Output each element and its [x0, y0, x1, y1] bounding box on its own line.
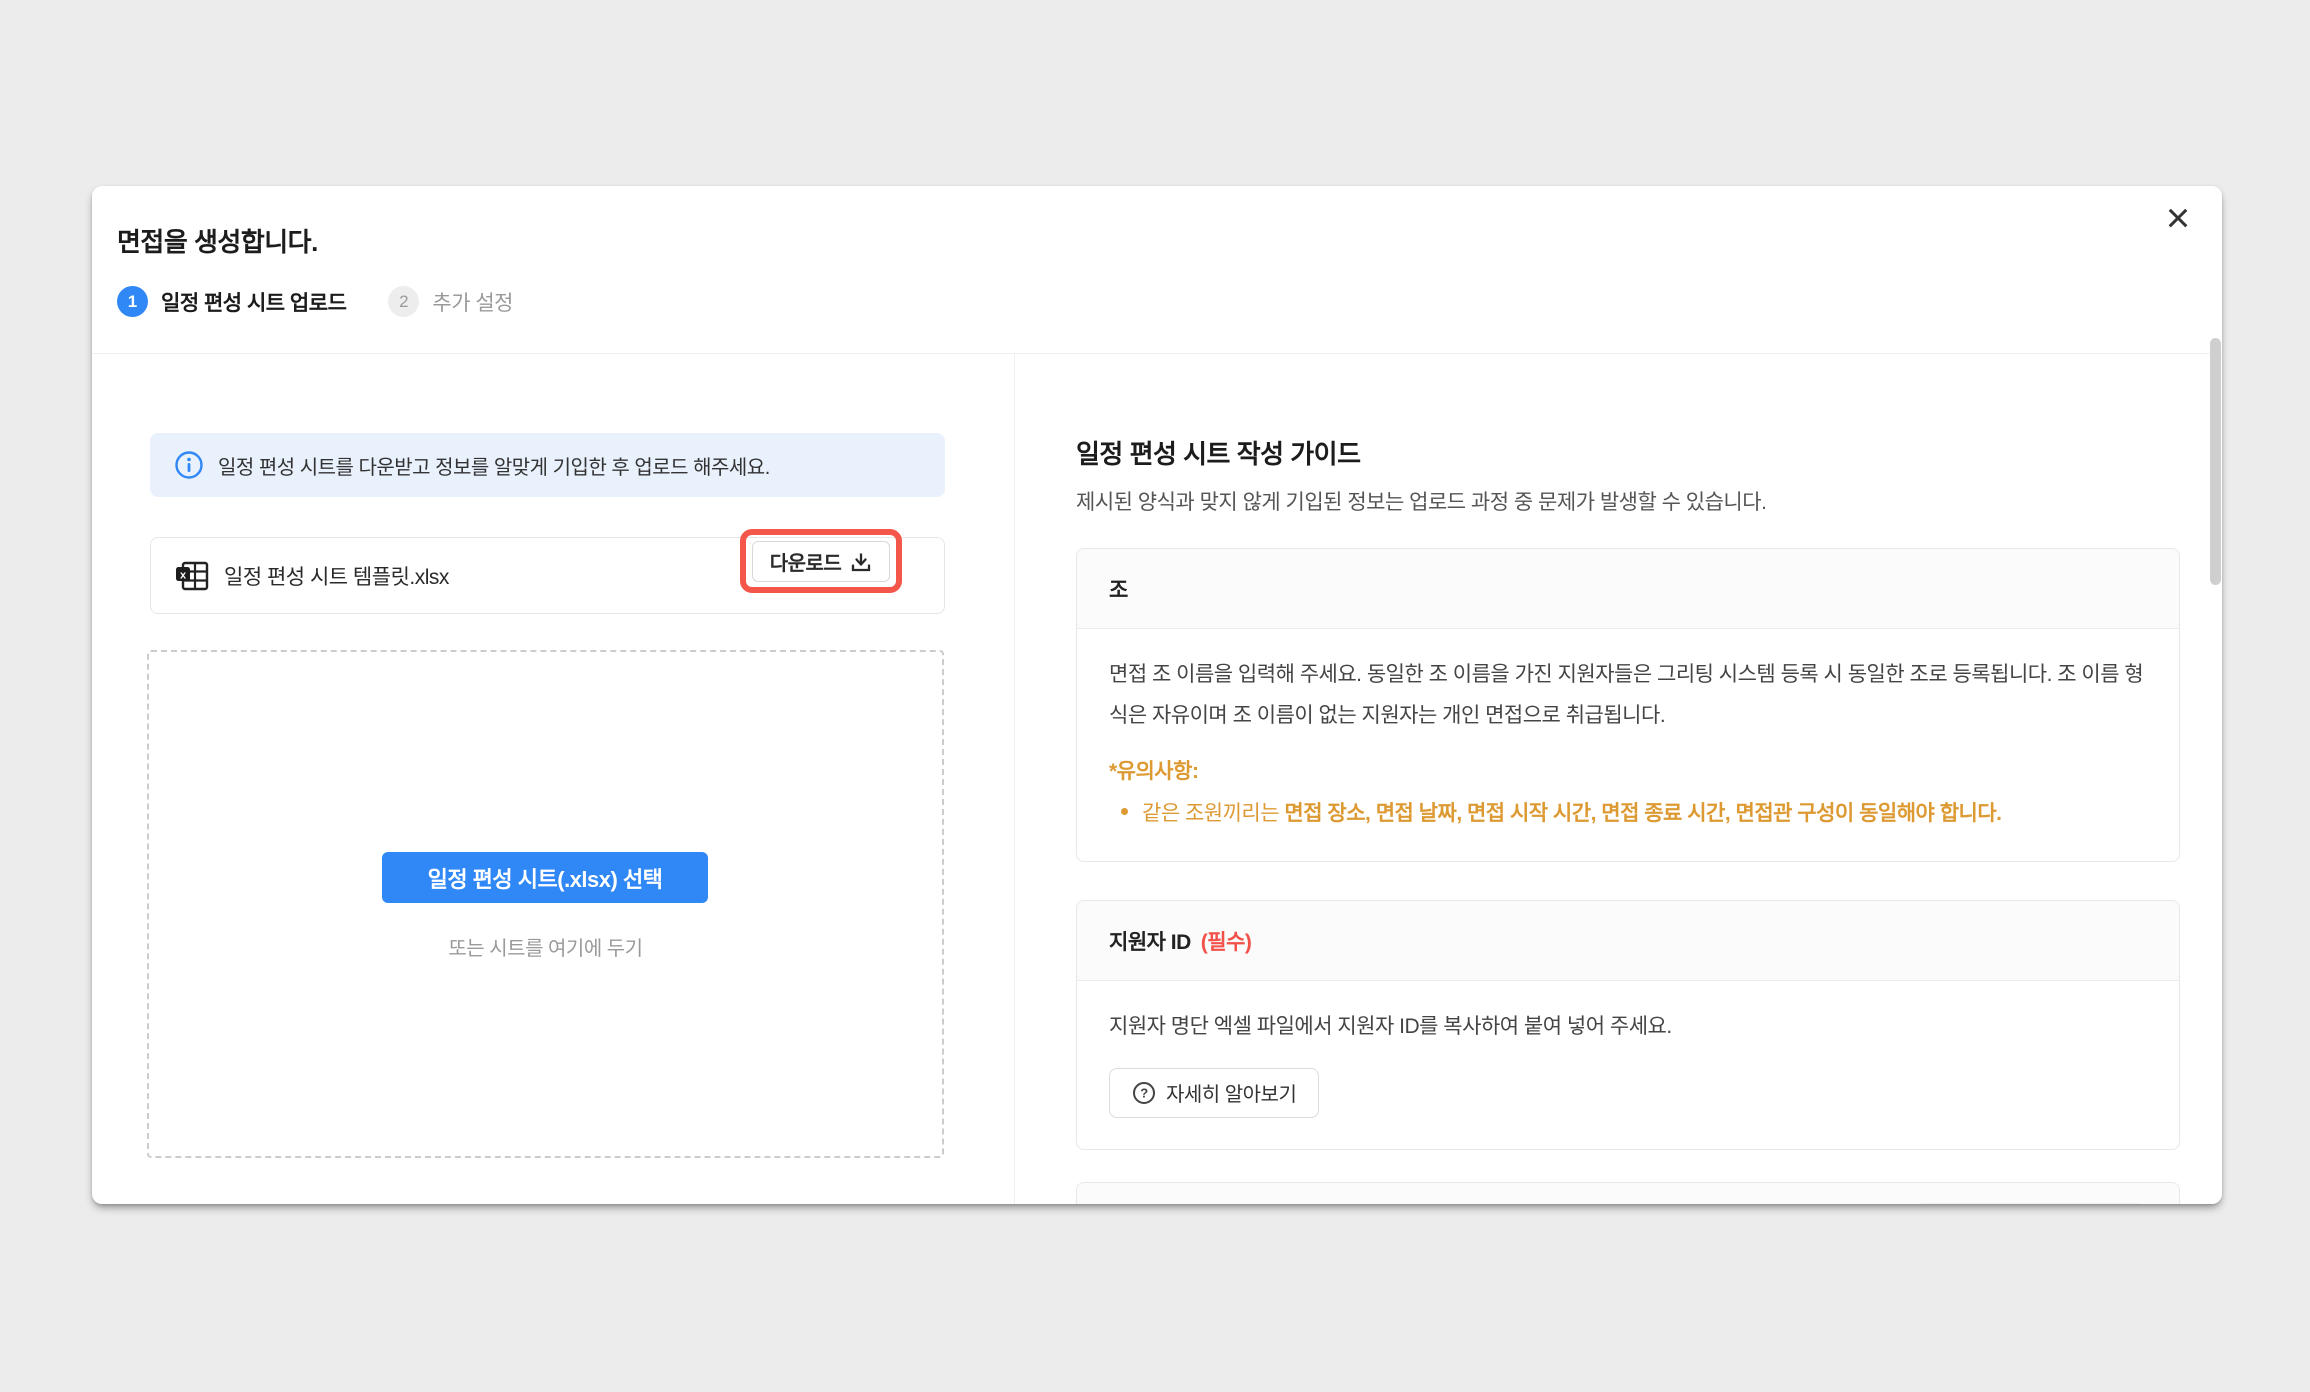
- download-button[interactable]: 다운로드: [752, 541, 890, 582]
- learn-more-label: 자세히 알아보기: [1166, 1078, 1296, 1107]
- modal-title: 면접을 생성합니다.: [117, 222, 318, 259]
- bullet-dot-icon: [1121, 808, 1128, 815]
- info-icon: [174, 450, 204, 480]
- card-applicant-title: 지원자 ID: [1109, 926, 1191, 956]
- card-applicant-header: 지원자 ID (필수): [1077, 901, 2179, 981]
- create-interview-modal: 면접을 생성합니다. × 1 일정 편성 시트 업로드 2 추가 설정 일정 편…: [92, 186, 2222, 1204]
- template-file-name: 일정 편성 시트 템플릿.xlsx: [224, 561, 449, 591]
- guide-card-location: 면접 장소 지원자에게 보이는 항목: [1076, 1182, 2180, 1204]
- step-upload-sheet[interactable]: 1 일정 편성 시트 업로드: [117, 286, 346, 317]
- required-tag: (필수): [1201, 926, 1252, 956]
- notice-label: *유의사항:: [1077, 737, 2179, 785]
- svg-text:x: x: [180, 569, 187, 581]
- select-sheet-button[interactable]: 일정 편성 시트(.xlsx) 선택: [382, 852, 708, 903]
- step-2-label: 추가 설정: [432, 287, 513, 317]
- guide-title: 일정 편성 시트 작성 가이드: [1076, 434, 1361, 471]
- close-icon[interactable]: ×: [2154, 194, 2202, 242]
- step-2-number: 2: [388, 286, 419, 317]
- info-banner: 일정 편성 시트를 다운받고 정보를 알맞게 기입한 후 업로드 해주세요.: [150, 433, 945, 497]
- guide-subtitle: 제시된 양식과 맞지 않게 기입된 정보는 업로드 과정 중 문제가 발생할 수…: [1076, 486, 1766, 516]
- card-location-header: 면접 장소 지원자에게 보이는 항목: [1077, 1183, 2179, 1204]
- excel-spreadsheet-icon: x: [175, 561, 209, 591]
- guide-card-group: 조 면접 조 이름을 입력해 주세요. 동일한 조 이름을 가진 지원자들은 그…: [1076, 548, 2180, 862]
- card-applicant-body: 지원자 명단 엑셀 파일에서 지원자 ID를 복사하여 붙여 넣어 주세요.: [1077, 981, 2179, 1048]
- visible-to-applicant-badge: 지원자에게 보이는 항목: [1914, 1203, 2147, 1205]
- drop-hint-text: 또는 시트를 여기에 두기: [147, 932, 944, 961]
- question-circle-icon: ?: [1132, 1081, 1156, 1105]
- pane-divider: [1014, 353, 1015, 1204]
- svg-text:?: ?: [1140, 1085, 1148, 1100]
- notice-prefix: 같은 조원끼리는: [1142, 802, 1284, 825]
- step-1-label: 일정 편성 시트 업로드: [161, 287, 346, 317]
- learn-more-button[interactable]: ? 자세히 알아보기: [1109, 1068, 1319, 1118]
- step-additional-settings[interactable]: 2 추가 설정: [388, 286, 513, 317]
- guide-card-applicant-id: 지원자 ID (필수) 지원자 명단 엑셀 파일에서 지원자 ID를 복사하여 …: [1076, 900, 2180, 1150]
- notice-text: 같은 조원끼리는 면접 장소, 면접 날짜, 면접 시작 시간, 면접 종료 시…: [1142, 797, 2002, 827]
- download-button-label: 다운로드: [770, 547, 842, 576]
- info-banner-text: 일정 편성 시트를 다운받고 정보를 알맞게 기입한 후 업로드 해주세요.: [218, 451, 770, 480]
- step-1-number: 1: [117, 286, 148, 317]
- sheet-dropzone[interactable]: [147, 650, 944, 1158]
- notice-bold: 면접 장소, 면접 날짜, 면접 시작 시간, 면접 종료 시간, 면접관 구성…: [1284, 802, 2001, 825]
- card-group-title: 조: [1077, 549, 2179, 629]
- modal-scrollbar[interactable]: [2210, 338, 2221, 585]
- notice-bullet-row: 같은 조원끼리는 면접 장소, 면접 날짜, 면접 시작 시간, 면접 종료 시…: [1077, 785, 2179, 827]
- download-icon: [850, 551, 872, 573]
- stepper: 1 일정 편성 시트 업로드 2 추가 설정: [117, 286, 513, 317]
- header-divider: [92, 353, 2222, 354]
- card-group-body: 면접 조 이름을 입력해 주세요. 동일한 조 이름을 가진 지원자들은 그리팅…: [1077, 629, 2179, 737]
